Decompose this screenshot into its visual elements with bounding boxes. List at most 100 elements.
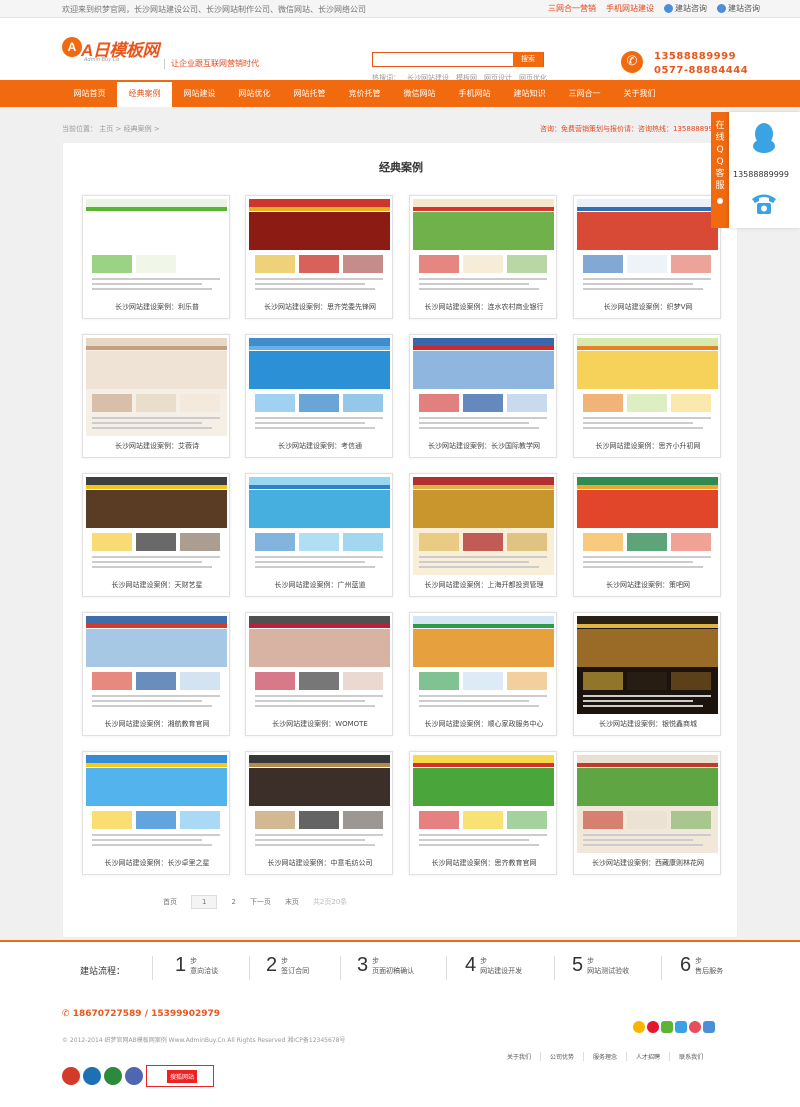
case-card[interactable]: 长沙网站建设案例：湘航教育官网 (82, 612, 230, 736)
logo[interactable]: A A日模板网 Admin Buy Co (62, 34, 162, 66)
case-thumbnail[interactable] (577, 199, 718, 297)
case-card[interactable]: 长沙网站建设案例：艾薇诗 (82, 334, 230, 458)
footer-link-service[interactable]: 服务理念 (584, 1052, 628, 1061)
top-link-mobile[interactable]: 手机网站建设 (606, 3, 654, 14)
nav-knowledge[interactable]: 建站知识 (502, 80, 557, 107)
case-card[interactable]: 长沙网站建设案例：中意毛纺公司 (245, 751, 393, 875)
nav-cases[interactable]: 经典案例 (117, 80, 172, 107)
case-thumbnail[interactable] (249, 199, 390, 297)
case-card[interactable]: 长沙网站建设案例：西藏康则林花网 (573, 751, 721, 875)
case-card[interactable]: 长沙网站建设案例：织梦V网 (573, 195, 721, 319)
case-card[interactable]: 长沙网站建设案例：银悦鑫商城 (573, 612, 721, 736)
top-link-consult-1[interactable]: 建站咨询 (664, 3, 707, 14)
gov-badge-icon[interactable] (104, 1067, 122, 1085)
case-thumbnail[interactable] (249, 477, 390, 575)
case-caption[interactable]: 长沙网站建设案例：湘航教育官网 (83, 719, 231, 729)
case-caption[interactable]: 长沙网站建设案例：考信通 (246, 441, 394, 451)
case-thumbnail[interactable] (86, 199, 227, 297)
qq-penguin-icon[interactable] (751, 122, 777, 154)
case-caption[interactable]: 长沙网站建设案例：连水农村商业银行 (410, 302, 558, 312)
case-caption[interactable]: 长沙网站建设案例：长沙卓里之星 (83, 858, 231, 868)
top-link-consult-2[interactable]: 建站咨询 (717, 3, 760, 14)
case-caption[interactable]: 长沙网站建设案例：中意毛纺公司 (246, 858, 394, 868)
case-thumbnail[interactable] (249, 338, 390, 436)
case-card[interactable]: 长沙网站建设案例：天财艺星 (82, 473, 230, 597)
case-thumbnail[interactable] (86, 755, 227, 853)
qzone-icon[interactable] (703, 1021, 715, 1033)
trusted-site-badge[interactable]: 搜狐网站 (146, 1065, 214, 1087)
case-thumbnail[interactable] (413, 199, 554, 297)
case-card[interactable]: 长沙网站建设案例：长沙国际教学网 (409, 334, 557, 458)
case-caption[interactable]: 长沙网站建设案例：思齐党委先锋网 (246, 302, 394, 312)
case-caption[interactable]: 长沙网站建设案例：广州蓝道 (246, 580, 394, 590)
case-thumbnail[interactable] (86, 338, 227, 436)
case-card[interactable]: 长沙网站建设案例：上海开都投资管理 (409, 473, 557, 597)
nav-three-in-one[interactable]: 三网合一 (557, 80, 612, 107)
case-caption[interactable]: 长沙网站建设案例：西藏康则林花网 (574, 858, 722, 868)
footer-link-about[interactable]: 关于我们 (498, 1052, 542, 1061)
footer-link-jobs[interactable]: 人才招聘 (627, 1052, 671, 1061)
case-card[interactable]: 长沙网站建设案例：利乐普 (82, 195, 230, 319)
pager-last[interactable]: 末页 (285, 897, 299, 907)
nav-hosting[interactable]: 网站托管 (282, 80, 337, 107)
footer-link-contact[interactable]: 联系我们 (670, 1052, 712, 1061)
police-badge-icon[interactable] (62, 1067, 80, 1085)
case-card[interactable]: 长沙网站建设案例：广州蓝道 (245, 473, 393, 597)
renren-icon[interactable] (689, 1021, 701, 1033)
wechat-icon[interactable] (661, 1021, 673, 1033)
case-card[interactable]: 长沙网站建设案例：连水农村商业银行 (409, 195, 557, 319)
case-card[interactable]: 长沙网站建设案例：顺心家政服务中心 (409, 612, 557, 736)
top-link-sanwang[interactable]: 三网合一营销 (548, 3, 596, 14)
pager-current[interactable]: 1 (191, 895, 218, 909)
nav-website-build[interactable]: 网站建设 (172, 80, 227, 107)
pager-first[interactable]: 首页 (163, 897, 177, 907)
case-caption[interactable]: 长沙网站建设案例：艾薇诗 (83, 441, 231, 451)
pager-next[interactable]: 下一页 (250, 897, 271, 907)
case-thumbnail[interactable] (413, 338, 554, 436)
tencent-weibo-icon[interactable] (675, 1021, 687, 1033)
nav-mobile-site[interactable]: 手机网站 (447, 80, 502, 107)
star-icon[interactable] (633, 1021, 645, 1033)
case-thumbnail[interactable] (413, 755, 554, 853)
nav-home[interactable]: 网站首页 (62, 80, 117, 107)
case-thumbnail[interactable] (249, 616, 390, 714)
case-caption[interactable]: 长沙网站建设案例：思齐小升初网 (574, 441, 722, 451)
case-card[interactable]: 长沙网站建设案例：思齐教育官网 (409, 751, 557, 875)
case-thumbnail[interactable] (577, 477, 718, 575)
case-caption[interactable]: 长沙网站建设案例：织梦V网 (574, 302, 722, 312)
case-thumbnail[interactable] (577, 755, 718, 853)
case-thumbnail[interactable] (413, 616, 554, 714)
case-thumbnail[interactable] (86, 616, 227, 714)
case-caption[interactable]: 长沙网站建设案例：天财艺星 (83, 580, 231, 590)
case-caption[interactable]: 长沙网站建设案例：思齐教育官网 (410, 858, 558, 868)
search-button[interactable]: 搜索 (513, 52, 543, 67)
cert-badge-icon[interactable] (83, 1067, 101, 1085)
case-caption[interactable]: 长沙网站建设案例：WOMOTE (246, 719, 394, 729)
shield-badge-icon[interactable] (125, 1067, 143, 1085)
case-caption[interactable]: 长沙网站建设案例：银悦鑫商城 (574, 719, 722, 729)
nav-wechat-site[interactable]: 微信网站 (392, 80, 447, 107)
case-card[interactable]: 长沙网站建设案例：考信通 (245, 334, 393, 458)
pager-page-2[interactable]: 2 (231, 898, 235, 906)
weibo-icon[interactable] (647, 1021, 659, 1033)
qq-service-tab[interactable]: 在线QQ客服 (711, 112, 729, 228)
case-thumbnail[interactable] (413, 477, 554, 575)
telephone-icon[interactable] (749, 190, 779, 216)
nav-about[interactable]: 关于我们 (612, 80, 667, 107)
case-caption[interactable]: 长沙网站建设案例：利乐普 (83, 302, 231, 312)
case-thumbnail[interactable] (249, 755, 390, 853)
breadcrumb-current[interactable]: 经典案例 (124, 125, 152, 133)
case-thumbnail[interactable] (577, 616, 718, 714)
nav-seo[interactable]: 网站优化 (227, 80, 282, 107)
case-card[interactable]: 长沙网站建设案例：策吧网 (573, 473, 721, 597)
case-card[interactable]: 长沙网站建设案例：思齐党委先锋网 (245, 195, 393, 319)
search-input[interactable] (373, 53, 515, 66)
case-caption[interactable]: 长沙网站建设案例：顺心家政服务中心 (410, 719, 558, 729)
case-caption[interactable]: 长沙网站建设案例：策吧网 (574, 580, 722, 590)
footer-link-advantage[interactable]: 公司优势 (541, 1052, 585, 1061)
case-caption[interactable]: 长沙网站建设案例：长沙国际教学网 (410, 441, 558, 451)
breadcrumb-home[interactable]: 主页 (99, 125, 113, 133)
case-card[interactable]: 长沙网站建设案例：长沙卓里之星 (82, 751, 230, 875)
case-card[interactable]: 长沙网站建设案例：WOMOTE (245, 612, 393, 736)
case-caption[interactable]: 长沙网站建设案例：上海开都投资管理 (410, 580, 558, 590)
